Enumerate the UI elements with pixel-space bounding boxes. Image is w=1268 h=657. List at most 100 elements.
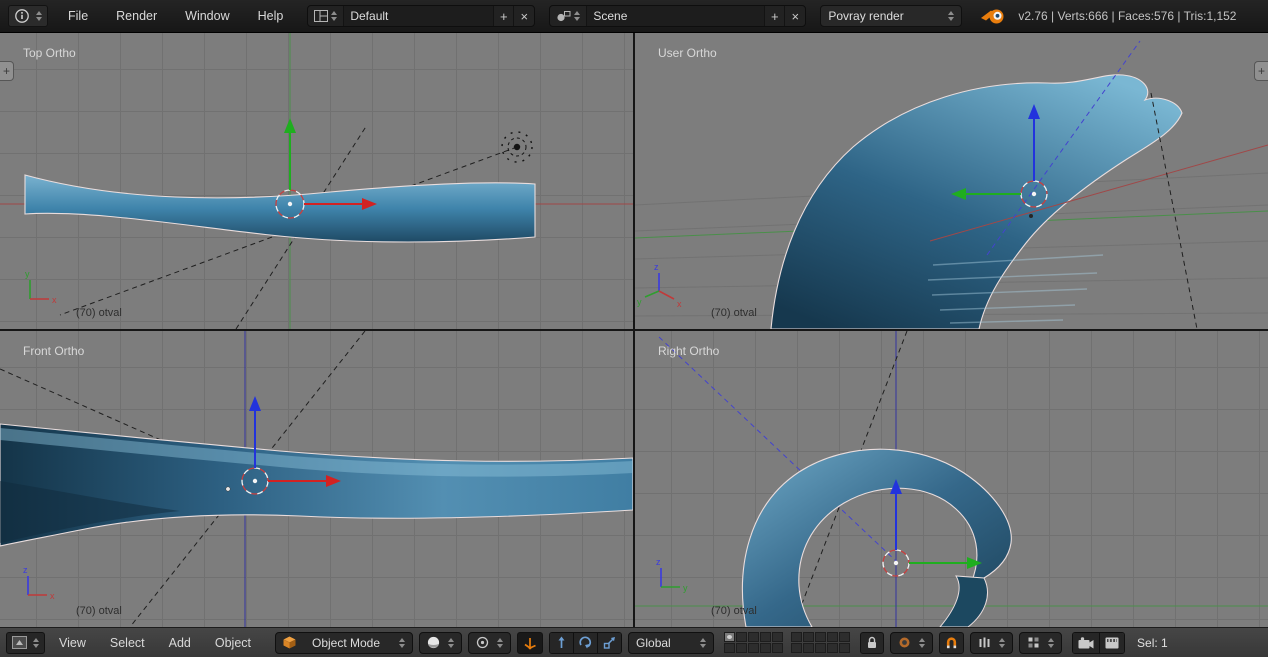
manipulator-mode-buttons <box>549 632 622 654</box>
active-object-label: (70) otval <box>711 307 757 319</box>
screen-layout-browse-button[interactable] <box>308 6 344 26</box>
menu-help[interactable]: Help <box>258 9 284 23</box>
layer-toggle[interactable] <box>736 632 747 642</box>
layer-toggle[interactable] <box>724 643 735 653</box>
layer-toggle[interactable] <box>803 643 814 653</box>
3d-view-editor-icon <box>12 636 27 649</box>
snap-element-selector[interactable] <box>970 632 1013 654</box>
lamp-object[interactable] <box>502 132 532 162</box>
dropdown-arrows-icon <box>399 638 405 648</box>
add-layout-button[interactable]: + <box>494 6 514 26</box>
scene-name-field[interactable]: Scene <box>587 6 765 26</box>
viewport-right-ortho[interactable]: z y Right Ortho (70) otval <box>635 331 1268 627</box>
menu-window[interactable]: Window <box>185 9 229 23</box>
opengl-render-buttons <box>1072 632 1125 654</box>
screen-layout-selector: Default + × <box>307 5 535 27</box>
layer-toggle[interactable] <box>839 643 850 653</box>
dropdown-arrows-icon <box>574 11 580 21</box>
menu-view[interactable]: View <box>59 636 86 650</box>
render-animation-button[interactable] <box>1100 633 1124 653</box>
delete-layout-button[interactable]: × <box>514 6 534 26</box>
viewport-front-ortho[interactable]: z x Front Ortho (70) otval <box>0 331 633 627</box>
layer-toggle[interactable] <box>827 643 838 653</box>
pivot-point-selector[interactable] <box>468 632 511 654</box>
screen-layout-name-field[interactable]: Default <box>344 6 494 26</box>
editor-type-button[interactable] <box>6 632 45 654</box>
layer-toggle[interactable] <box>827 632 838 642</box>
manipulator-toggle-button[interactable] <box>517 632 543 654</box>
render-engine-selector[interactable]: Povray render <box>820 5 962 27</box>
dropdown-arrows-icon <box>497 638 503 648</box>
blade-mesh[interactable] <box>25 175 535 242</box>
transform-orientation-selector[interactable]: Global <box>628 632 714 654</box>
menu-select[interactable]: Select <box>110 636 145 650</box>
translate-manipulator-button[interactable] <box>550 633 574 653</box>
region-expand-tab[interactable]: + <box>1254 61 1268 81</box>
proportional-edit-selector[interactable] <box>890 632 933 654</box>
layer-toggle[interactable] <box>815 632 826 642</box>
user-ortho-canvas[interactable]: z y x <box>635 33 1268 329</box>
menu-object[interactable]: Object <box>215 636 251 650</box>
magnet-icon <box>945 636 958 649</box>
dropdown-arrows-icon <box>33 638 39 648</box>
layer-toggle[interactable] <box>760 632 771 642</box>
mini-axis-gizmo: y x <box>25 269 57 305</box>
render-still-button[interactable] <box>1073 633 1100 653</box>
right-ortho-canvas[interactable]: z y <box>635 331 1268 627</box>
rotate-icon <box>579 636 592 649</box>
dropdown-arrows-icon <box>919 638 925 648</box>
scene-browse-button[interactable] <box>550 6 587 26</box>
svg-text:y: y <box>637 297 642 307</box>
lock-to-scene-button[interactable] <box>860 632 884 654</box>
dropdown-arrows-icon <box>331 11 337 21</box>
layer-toggle[interactable] <box>791 643 802 653</box>
top-ortho-canvas[interactable]: y x <box>0 33 633 329</box>
layer-toggle[interactable] <box>724 632 735 642</box>
mesh-twist-tail <box>940 576 987 627</box>
scale-icon <box>603 636 616 649</box>
menu-render[interactable]: Render <box>116 9 157 23</box>
scene-icon <box>556 10 571 22</box>
layer-toggle[interactable] <box>772 632 783 642</box>
editor-type-info-button[interactable] <box>8 5 48 27</box>
layer-toggle[interactable] <box>760 643 771 653</box>
dropdown-arrows-icon <box>700 638 706 648</box>
menu-add[interactable]: Add <box>169 636 191 650</box>
viewport-shading-selector[interactable] <box>419 632 462 654</box>
layer-toggle[interactable] <box>815 643 826 653</box>
layer-toggle[interactable] <box>791 632 802 642</box>
delete-scene-button[interactable]: × <box>785 6 805 26</box>
scale-manipulator-button[interactable] <box>598 633 621 653</box>
layer-toggle[interactable] <box>736 643 747 653</box>
add-scene-button[interactable]: + <box>765 6 785 26</box>
blender-logo-icon <box>980 7 1006 25</box>
layer-toggle[interactable] <box>772 643 783 653</box>
object-origin-dot <box>226 487 230 491</box>
svg-text:x: x <box>677 299 682 309</box>
mini-axis-gizmo: z y x <box>637 262 682 309</box>
front-ortho-canvas[interactable]: z x <box>0 331 633 627</box>
manipulator-axes-icon <box>523 636 537 650</box>
viewport-top-ortho[interactable]: y x + Top Ortho (70) otval <box>0 33 633 329</box>
mode-selector[interactable]: Object Mode <box>275 632 413 654</box>
camera-icon <box>1078 637 1094 649</box>
transform-manipulator[interactable] <box>276 118 377 218</box>
viewport-user-ortho[interactable]: z y x + User Ortho (70) otval <box>635 33 1268 329</box>
snap-increment-icon <box>978 636 991 649</box>
snap-target-icon <box>1027 636 1040 649</box>
region-expand-tab[interactable]: + <box>0 61 14 81</box>
blade-mesh[interactable] <box>771 75 1182 329</box>
active-object-label: (70) otval <box>76 307 122 319</box>
translate-icon <box>555 636 568 649</box>
clapperboard-icon <box>1105 637 1119 649</box>
snap-toggle-button[interactable] <box>939 632 964 654</box>
menu-file[interactable]: File <box>68 9 88 23</box>
svg-text:z: z <box>656 557 661 567</box>
layer-toggle[interactable] <box>748 632 759 642</box>
rotate-manipulator-button[interactable] <box>574 633 598 653</box>
layer-toggle[interactable] <box>839 632 850 642</box>
info-icon <box>14 8 30 24</box>
layer-toggle[interactable] <box>803 632 814 642</box>
layer-toggle[interactable] <box>748 643 759 653</box>
snap-target-selector[interactable] <box>1019 632 1062 654</box>
